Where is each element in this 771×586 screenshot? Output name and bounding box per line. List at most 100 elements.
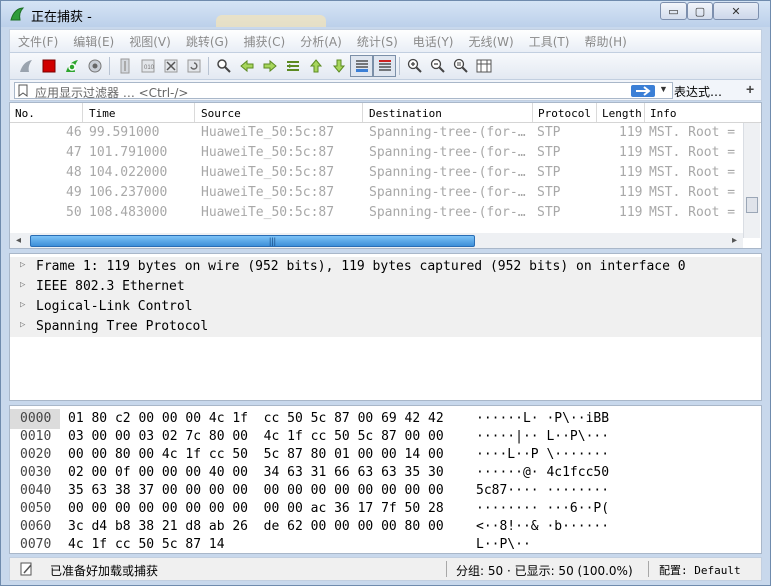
apply-filter-button[interactable]	[631, 85, 655, 97]
close-button[interactable]: ✕	[713, 2, 759, 20]
start-capture-button[interactable]	[14, 55, 37, 77]
hex-bytes: 35 63 38 37 00 00 00 00 00 00 00 00 00 0…	[68, 483, 444, 498]
menu-file[interactable]: 文件(F)	[18, 33, 58, 50]
open-file-button[interactable]	[113, 55, 136, 77]
table-row[interactable]: 48 104.022000 HuaweiTe_50:5c:87 Spanning…	[10, 163, 743, 183]
column-header-time[interactable]: Time	[89, 107, 116, 120]
hex-row[interactable]: 0000 01 80 c2 00 00 00 4c 1f cc 50 5c 87…	[10, 409, 609, 429]
go-forward-icon	[263, 59, 277, 73]
hex-row[interactable]: 0020 00 00 80 00 4c 1f cc 50 5c 87 80 01…	[10, 445, 609, 465]
zoom-normal-button[interactable]	[449, 55, 472, 77]
menu-statistics[interactable]: 统计(S)	[357, 33, 398, 50]
menu-telephony[interactable]: 电话(Y)	[413, 33, 454, 50]
hex-row[interactable]: 0040 35 63 38 37 00 00 00 00 00 00 00 00…	[10, 481, 609, 501]
go-first-button[interactable]	[304, 55, 327, 77]
resize-columns-button[interactable]	[472, 55, 495, 77]
close-icon: ✕	[731, 5, 741, 18]
cell-length: 119	[619, 145, 643, 160]
save-file-button[interactable]: 010	[136, 55, 159, 77]
expand-arrow-icon[interactable]: ▷	[20, 320, 25, 330]
cell-protocol: STP	[537, 205, 561, 220]
table-row[interactable]: 47 101.791000 HuaweiTe_50:5c:87 Spanning…	[10, 143, 743, 163]
column-header-length[interactable]: Length	[602, 107, 642, 120]
arrow-right-icon	[636, 86, 651, 96]
cell-length: 119	[619, 205, 643, 220]
title-glow	[216, 15, 326, 27]
minimize-button[interactable]: ▭	[660, 2, 687, 20]
menu-capture[interactable]: 捕获(C)	[243, 33, 285, 50]
main-window: 正在捕获 - ▭ ▢ ✕ 文件(F) 编辑(E) 视图(V) 跳转(G) 捕获(…	[0, 0, 771, 586]
zoom-in-button[interactable]	[403, 55, 426, 77]
chevron-down-icon[interactable]: ▼	[659, 84, 668, 94]
hex-bytes: 02 00 0f 00 00 00 40 00 34 63 31 66 63 6…	[68, 465, 444, 480]
hex-row[interactable]: 0030 02 00 0f 00 00 00 40 00 34 63 31 66…	[10, 463, 609, 483]
hex-row[interactable]: 0060 3c d4 b8 38 21 d8 ab 26 de 62 00 00…	[10, 517, 609, 537]
cell-length: 119	[619, 185, 643, 200]
packet-list-vertical-scrollbar[interactable]	[743, 123, 760, 238]
display-filter-input[interactable]: 应用显示过滤器 … <Ctrl-/> ▼	[14, 82, 673, 100]
menu-help[interactable]: 帮助(H)	[584, 33, 626, 50]
menu-edit[interactable]: 编辑(E)	[73, 33, 114, 50]
close-file-button[interactable]	[159, 55, 182, 77]
menu-tools[interactable]: 工具(T)	[529, 33, 570, 50]
horizontal-scroll-thumb[interactable]: |||	[30, 235, 475, 247]
column-header-info[interactable]: Info	[650, 107, 677, 120]
scroll-right-arrow-icon[interactable]: ▸	[732, 235, 737, 246]
packet-details-pane[interactable]: ▷ Frame 1: 119 bytes on wire (952 bits),…	[9, 253, 762, 401]
menu-go[interactable]: 跳转(G)	[186, 33, 229, 50]
reload-file-button[interactable]	[182, 55, 205, 77]
table-row[interactable]: 46 99.591000 HuaweiTe_50:5c:87 Spanning-…	[10, 123, 743, 143]
column-header-source[interactable]: Source	[201, 107, 241, 120]
cell-no: 50	[66, 205, 82, 220]
packet-list[interactable]: No. Time Source Destination Protocol Len…	[9, 102, 762, 249]
ascii-bytes: ······L· ·P\··iBB	[476, 411, 610, 426]
restart-capture-button[interactable]	[60, 55, 83, 77]
capture-options-button[interactable]	[83, 55, 106, 77]
go-forward-button[interactable]	[258, 55, 281, 77]
table-row[interactable]: 49 106.237000 HuaweiTe_50:5c:87 Spanning…	[10, 183, 743, 203]
tree-item-ethernet[interactable]: ▷ IEEE 802.3 Ethernet	[10, 277, 761, 297]
scroll-left-arrow-icon[interactable]: ◂	[16, 235, 21, 246]
tree-item-llc[interactable]: ▷ Logical-Link Control	[10, 297, 761, 317]
hex-bytes: 01 80 c2 00 00 00 4c 1f cc 50 5c 87 00 6…	[68, 411, 444, 426]
packet-bytes-pane[interactable]: 0000 01 80 c2 00 00 00 4c 1f cc 50 5c 87…	[9, 405, 762, 554]
go-last-button[interactable]	[327, 55, 350, 77]
profile-selector[interactable]: 配置: Default	[659, 562, 741, 578]
find-packet-button[interactable]	[212, 55, 235, 77]
tree-item-stp[interactable]: ▷ Spanning Tree Protocol	[10, 317, 761, 337]
maximize-button[interactable]: ▢	[687, 2, 713, 20]
hex-row[interactable]: 0050 00 00 00 00 00 00 00 00 00 00 ac 36…	[10, 499, 609, 519]
column-header-destination[interactable]: Destination	[369, 107, 442, 120]
expand-arrow-icon[interactable]: ▷	[20, 260, 25, 270]
go-back-button[interactable]	[235, 55, 258, 77]
vertical-scroll-thumb[interactable]	[746, 197, 758, 213]
stop-capture-button[interactable]	[37, 55, 60, 77]
menu-view[interactable]: 视图(V)	[129, 33, 171, 50]
zoom-out-button[interactable]	[426, 55, 449, 77]
go-to-packet-button[interactable]	[281, 55, 304, 77]
zoom-normal-icon	[453, 58, 468, 73]
title-bar[interactable]: 正在捕获 - ▭ ▢ ✕	[1, 1, 770, 27]
table-row[interactable]: 50 108.483000 HuaweiTe_50:5c:87 Spanning…	[10, 203, 743, 223]
svg-text:010: 010	[144, 65, 155, 71]
expert-info-icon[interactable]	[20, 562, 34, 576]
colorize-button[interactable]	[373, 55, 396, 77]
cell-no: 47	[66, 145, 82, 160]
menu-analyze[interactable]: 分析(A)	[300, 33, 342, 50]
add-filter-button[interactable]: +	[746, 81, 754, 97]
open-file-icon	[120, 58, 129, 74]
hex-row[interactable]: 0010 03 00 00 03 02 7c 80 00 4c 1f cc 50…	[10, 427, 609, 447]
expand-arrow-icon[interactable]: ▷	[20, 300, 25, 310]
autoscroll-button[interactable]	[350, 55, 373, 77]
column-header-protocol[interactable]: Protocol	[538, 107, 591, 120]
tree-item-frame[interactable]: ▷ Frame 1: 119 bytes on wire (952 bits),…	[10, 257, 761, 277]
packet-list-horizontal-scrollbar[interactable]: ◂ ||| ▸	[10, 233, 743, 248]
restart-capture-icon	[65, 60, 78, 72]
hex-bytes: 00 00 00 00 00 00 00 00 00 00 ac 36 17 7…	[68, 501, 444, 516]
menu-wireless[interactable]: 无线(W)	[469, 33, 514, 50]
column-header-no[interactable]: No.	[15, 107, 35, 120]
cell-time: 101.791000	[89, 145, 168, 160]
packet-counts: 分组: 50 · 已显示: 50 (100.0%)	[456, 564, 633, 578]
expand-arrow-icon[interactable]: ▷	[20, 280, 25, 290]
expression-button[interactable]: 表达式…	[674, 83, 722, 100]
